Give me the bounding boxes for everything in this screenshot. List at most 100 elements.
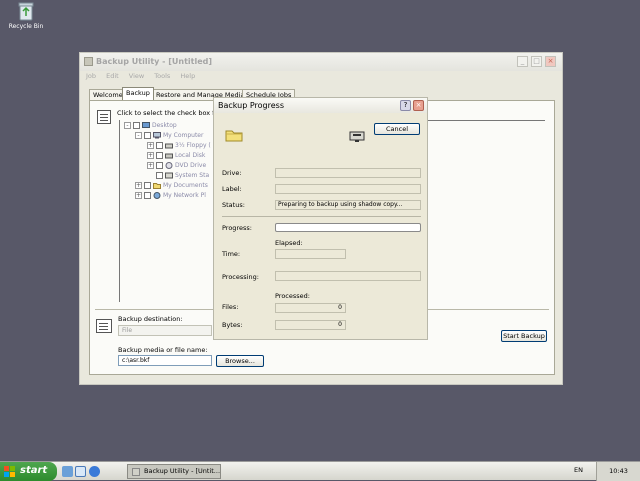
time-label: Time: [222,250,241,258]
bytes-label: Bytes: [222,321,243,329]
collapse-toggle[interactable]: - [135,132,142,139]
tree-checkbox[interactable] [144,192,151,199]
files-label: Files: [222,303,239,311]
tree-checkbox[interactable] [156,152,163,159]
selection-hint: Click to select the check box for [117,109,222,117]
label-value [275,184,421,194]
tree-item-label: Desktop [152,122,177,129]
tree-item-label: System Sta [175,172,210,179]
drive-value [275,168,421,178]
dialog-close-button[interactable]: × [413,100,424,111]
label-label: Label: [222,185,242,193]
start-label: start [20,465,48,476]
recycle-bin-label: Recycle Bin [8,23,44,30]
dialog-titlebar[interactable]: Backup Progress ? × [214,98,427,113]
tree-item-my-documents[interactable]: + My Documents [135,181,208,190]
menu-job[interactable]: Job [86,72,96,80]
taskbar: start Backup Utility - [Untit... EN 10:4… [0,461,640,481]
tree-checkbox[interactable] [156,172,163,179]
processing-value [275,271,421,281]
processed-label: Processed: [275,292,310,300]
elapsed-label: Elapsed: [275,239,303,247]
menu-tools[interactable]: Tools [154,72,170,80]
menu-help[interactable]: Help [180,72,195,80]
folder-icon [153,183,161,189]
system-tray-clock[interactable]: 10:43 [596,462,640,481]
tree-checkbox[interactable] [156,142,163,149]
taskbar-button-backup-utility[interactable]: Backup Utility - [Untit... [127,464,221,479]
dvd-icon [165,162,173,169]
menu-edit[interactable]: Edit [106,72,119,80]
cancel-button[interactable]: Cancel [374,123,420,135]
tree-checkbox[interactable] [156,162,163,169]
tree-item-local-disk[interactable]: + Local Disk [147,151,205,160]
windows-explorer-icon[interactable] [75,466,86,477]
computer-icon [153,132,161,139]
media-file-label: Backup media or file name: [118,346,208,354]
system-state-icon [165,172,173,179]
tree-item-label: Local Disk [175,152,206,159]
start-backup-button[interactable]: Start Backup [501,330,547,342]
expand-toggle[interactable]: + [135,182,142,189]
tree-item-floppy[interactable]: + 3½ Floppy ( [147,141,211,150]
tree-checkbox[interactable] [133,122,140,129]
internet-explorer-icon[interactable] [89,466,100,477]
destination-icon [96,319,112,333]
floppy-icon [165,143,173,149]
expand-toggle[interactable]: + [135,192,142,199]
backup-utility-icon [132,468,140,476]
recycle-bin-desktop-icon[interactable]: Recycle Bin [6,2,46,30]
processing-label: Processing: [222,273,259,281]
tree-item-desktop[interactable]: - Desktop [124,121,177,130]
folder-icon [225,130,243,142]
recycle-bin-icon [18,2,34,21]
status-value: Preparing to backup using shadow copy... [275,200,421,210]
window-title: Backup Utility - [Untitled] [96,57,213,66]
tree-item-label: My Network Pl [163,192,206,199]
tree-item-label: My Computer [163,132,204,139]
files-value: 0 [275,303,346,313]
window-close-button[interactable]: × [545,56,556,67]
backup-destination-select[interactable]: File [118,325,212,336]
browse-button[interactable]: Browse... [216,355,264,367]
disk-icon [165,153,173,159]
expand-toggle[interactable]: + [147,142,154,149]
dialog-separator [222,216,421,217]
time-value [275,249,346,259]
menu-bar: Job Edit View Tools Help [86,72,203,82]
language-indicator[interactable]: EN [574,466,583,474]
checklist-icon [97,110,111,124]
tree-item-dvd-drive[interactable]: + DVD Drive [147,161,206,170]
collapse-toggle[interactable]: - [124,122,131,129]
tree-checkbox[interactable] [144,132,151,139]
tree-item-my-network[interactable]: + My Network Pl [135,191,206,200]
backup-destination-label: Backup destination: [118,315,183,323]
tab-backup[interactable]: Backup [122,87,154,100]
desktop-icon [142,122,150,128]
drive-label: Drive: [222,169,242,177]
start-button[interactable]: start [0,462,57,481]
bytes-value: 0 [275,320,346,330]
media-file-input[interactable]: c:\asr.bkf [118,355,212,366]
tree-item-label: DVD Drive [175,162,207,169]
minimize-button[interactable]: _ [517,56,528,67]
tape-drive-icon [349,131,365,142]
maximize-button[interactable]: □ [531,56,542,67]
tree-item-my-computer[interactable]: - My Computer [135,131,203,140]
dialog-help-button[interactable]: ? [400,100,411,111]
expand-toggle[interactable]: + [147,152,154,159]
app-icon [84,57,93,66]
expand-toggle[interactable]: + [147,162,154,169]
windows-logo-icon [4,466,15,477]
tree-item-label: 3½ Floppy ( [175,142,211,149]
dialog-title: Backup Progress [218,101,285,110]
progress-bar [275,223,421,232]
taskbar-button-label: Backup Utility - [Untit... [144,467,221,475]
tree-checkbox[interactable] [144,182,151,189]
status-label: Status: [222,201,245,209]
tree-item-system-state[interactable]: System Sta [156,171,209,180]
menu-view[interactable]: View [129,72,144,80]
show-desktop-icon[interactable] [62,466,73,477]
progress-label: Progress: [222,224,252,232]
window-titlebar[interactable]: Backup Utility - [Untitled] _ □ × [80,53,562,71]
